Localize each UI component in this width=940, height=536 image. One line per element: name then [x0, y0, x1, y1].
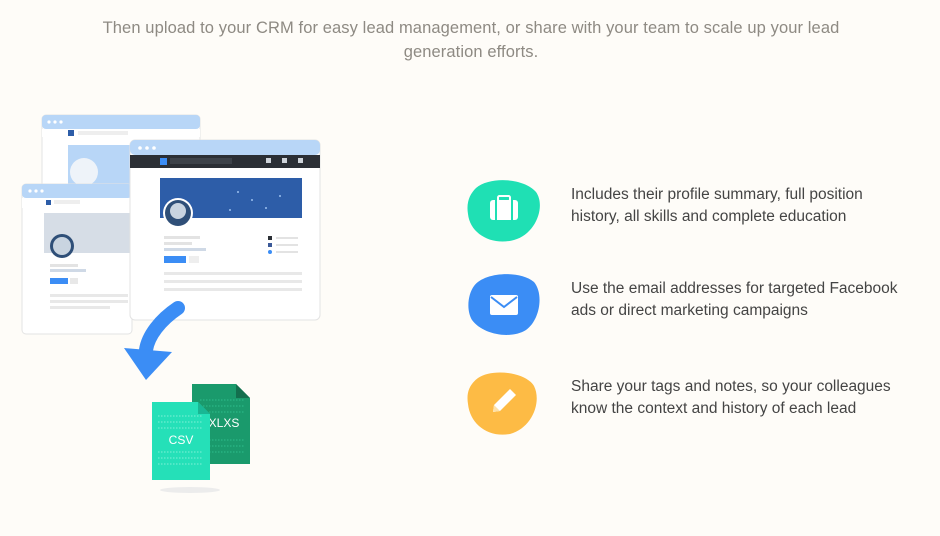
- left-browser-window: [21, 183, 133, 335]
- feature-item-profile-data: Includes their profile summary, full pos…: [466, 178, 940, 248]
- export-illustration: XLXS CSV: [0, 100, 340, 510]
- feature-list: Includes their profile summary, full pos…: [466, 0, 940, 536]
- feature-line-1: Share your tags and notes, so your colle…: [571, 378, 891, 395]
- main-browser-window: [129, 139, 321, 321]
- briefcase-icon: [467, 180, 540, 242]
- feature-line-2: know the context and history of each lea…: [571, 400, 857, 417]
- envelope-icon: [468, 274, 540, 335]
- feature-item-tags-notes: Share your tags and notes, so your colle…: [466, 370, 940, 440]
- feature-line-2: ads or direct marketing campaigns: [571, 302, 808, 319]
- feature-line-1: Use the email addresses for targeted Fac…: [571, 280, 898, 297]
- feature-text-tags-notes: Share your tags and notes, so your colle…: [571, 376, 940, 420]
- csv-label: CSV: [169, 433, 194, 447]
- feature-item-email: Use the email addresses for targeted Fac…: [466, 272, 940, 342]
- feature-text-email: Use the email addresses for targeted Fac…: [571, 278, 940, 322]
- feature-text-profile-data: Includes their profile summary, full pos…: [571, 184, 940, 228]
- pencil-icon: [467, 372, 537, 435]
- file-shadow: [160, 487, 220, 493]
- feature-line-1: Includes their profile summary, full pos…: [571, 186, 863, 203]
- illustration-svg: XLXS CSV: [21, 114, 321, 493]
- csv-file-icon: CSV: [152, 402, 210, 480]
- xlxs-label: XLXS: [209, 416, 240, 430]
- feature-line-2: history, all skills and complete educati…: [571, 208, 847, 225]
